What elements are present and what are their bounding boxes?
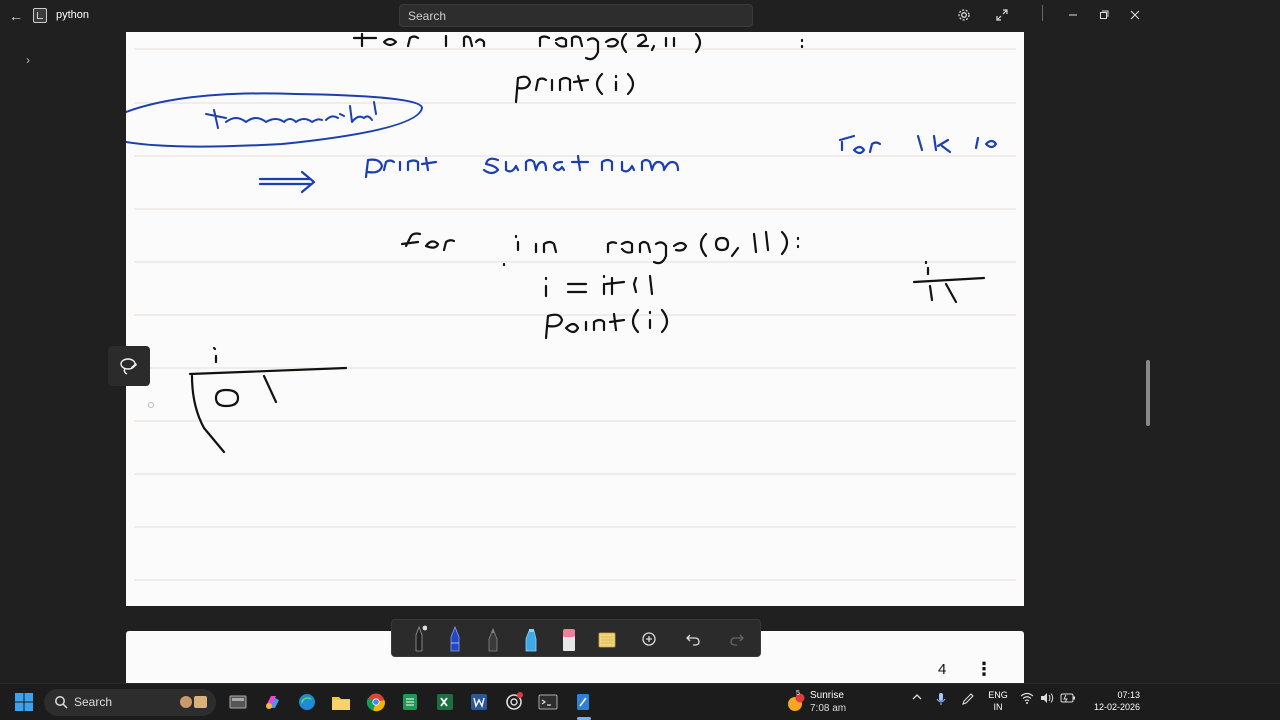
- windows-start-icon[interactable]: [12, 690, 36, 714]
- battery-icon[interactable]: [1060, 692, 1076, 707]
- taskbar-search-label: Search: [74, 695, 113, 709]
- gear-icon[interactable]: [953, 4, 975, 26]
- word-icon[interactable]: [467, 690, 491, 714]
- language-indicator[interactable]: ENG IN: [986, 689, 1010, 713]
- weather-title: Sunrise: [810, 690, 844, 701]
- weather-widget[interactable]: 5 Sunrise 7:08 am: [786, 688, 856, 718]
- back-arrow-icon[interactable]: ←: [6, 6, 26, 26]
- clock[interactable]: 07:13 12-02-2026: [1084, 689, 1140, 713]
- copilot-icon[interactable]: [260, 690, 284, 714]
- titlebar-separator: [1042, 5, 1043, 21]
- pen-black-icon[interactable]: [404, 623, 434, 655]
- volume-icon[interactable]: [1040, 692, 1054, 707]
- redo-icon[interactable]: [722, 623, 752, 655]
- window-title: python: [56, 9, 90, 21]
- search-highlight-icon: [180, 696, 207, 708]
- close-icon[interactable]: [1124, 4, 1146, 26]
- language-line2: IN: [993, 702, 1003, 712]
- notebook-app-icon: [33, 8, 47, 23]
- edge-browser-icon[interactable]: [295, 690, 319, 714]
- restore-icon[interactable]: [1093, 4, 1115, 26]
- task-view-icon[interactable]: [226, 690, 250, 714]
- clock-time: 07:13: [1117, 690, 1140, 700]
- eraser-icon[interactable]: [554, 623, 584, 655]
- more-options-icon[interactable]: ⋮: [975, 657, 993, 681]
- lasso-select-button[interactable]: [108, 346, 150, 386]
- ink-canvas[interactable]: [126, 32, 1024, 606]
- app-window: ← python Search › 4 ⋮ Search 5 Sunrise 7…: [0, 0, 1280, 720]
- weather-badge: 5: [796, 690, 800, 697]
- search-input[interactable]: Search: [399, 4, 753, 27]
- chrome-icon[interactable]: [364, 690, 388, 714]
- weather-time: 7:08 am: [810, 703, 847, 714]
- add-tool-icon[interactable]: [634, 623, 664, 655]
- undo-icon[interactable]: [678, 623, 708, 655]
- pencil-icon[interactable]: [478, 623, 508, 655]
- file-explorer-icon[interactable]: [329, 690, 353, 714]
- excel-icon[interactable]: [433, 690, 457, 714]
- taskbar-search-box[interactable]: Search: [44, 689, 216, 716]
- terminal-icon[interactable]: [536, 690, 560, 714]
- journal-app-icon[interactable]: [571, 690, 595, 714]
- vertical-scrollbar[interactable]: [1146, 360, 1150, 426]
- taskbar: Search 5 Sunrise 7:08 am ENG IN 07:13 12…: [0, 683, 1280, 720]
- title-bar: ← python Search: [0, 0, 1152, 32]
- chevron-right-icon[interactable]: ›: [18, 50, 38, 70]
- ink-toolbar: [391, 619, 761, 657]
- sheets-app-icon[interactable]: [398, 690, 422, 714]
- lasso-icon: [120, 358, 137, 375]
- highlighter-icon[interactable]: [516, 623, 546, 655]
- page-number: 4: [938, 661, 947, 678]
- pen-cursor-icon: [148, 402, 154, 408]
- chevron-up-icon[interactable]: [912, 692, 922, 704]
- pen-menu-icon[interactable]: [961, 692, 975, 709]
- notebook-page[interactable]: [126, 32, 1024, 606]
- expand-icon[interactable]: [991, 4, 1013, 26]
- clock-date: 12-02-2026: [1093, 702, 1140, 712]
- ruler-notes-icon[interactable]: [592, 623, 622, 655]
- language-line1: ENG: [988, 690, 1008, 700]
- pen-blue-icon[interactable]: [440, 623, 470, 655]
- microphone-icon[interactable]: [936, 692, 946, 709]
- wifi-icon[interactable]: [1020, 692, 1034, 707]
- chatgpt-icon[interactable]: [502, 690, 526, 714]
- minimize-icon[interactable]: [1062, 4, 1084, 26]
- search-icon: [55, 696, 68, 709]
